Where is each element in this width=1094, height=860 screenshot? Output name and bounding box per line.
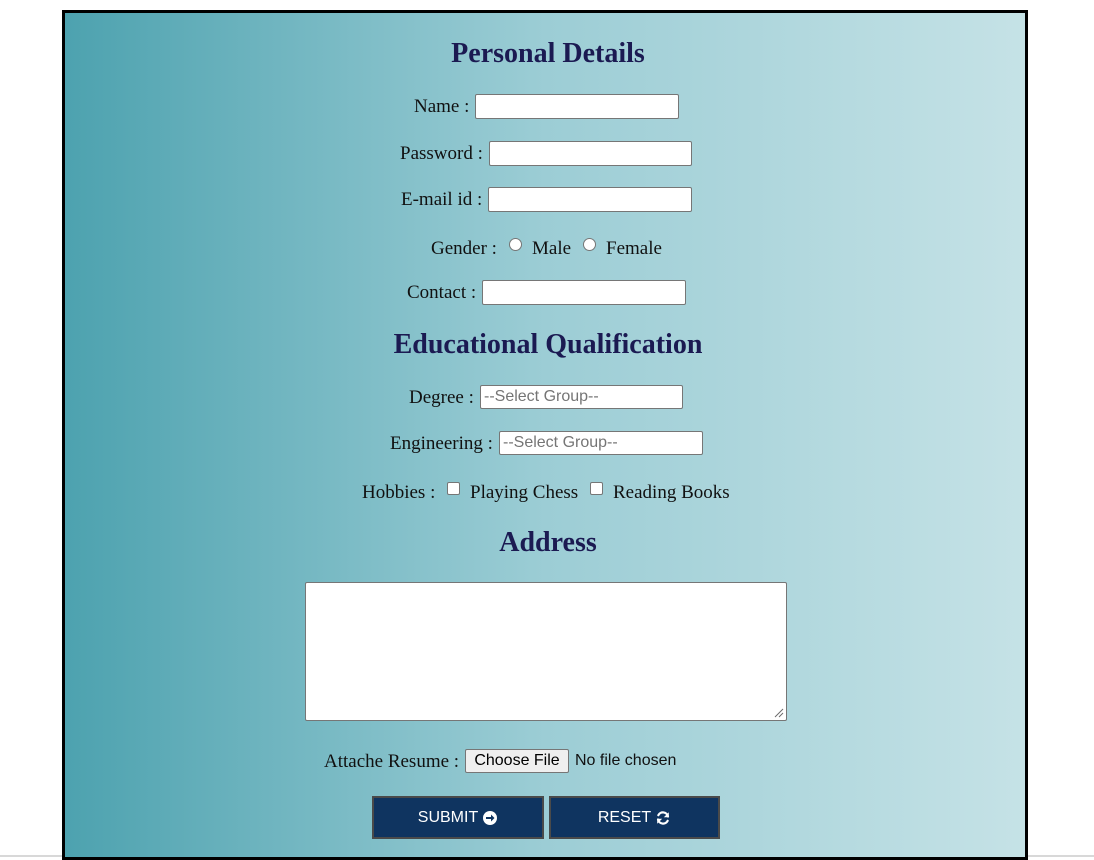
contact-input[interactable] bbox=[482, 280, 686, 305]
hobby-chess-checkbox[interactable] bbox=[447, 482, 460, 495]
resume-label: Attache Resume : bbox=[324, 751, 460, 772]
degree-select[interactable]: --Select Group-- bbox=[480, 385, 683, 409]
password-label: Password : bbox=[400, 143, 483, 164]
address-textarea[interactable] bbox=[305, 582, 787, 721]
choose-file-button[interactable]: Choose File bbox=[465, 749, 569, 773]
educational-qualification-heading: Educational Qualification bbox=[393, 329, 703, 360]
hobbies-label: Hobbies : bbox=[362, 482, 436, 503]
reset-button-label: RESET bbox=[597, 808, 652, 826]
resize-grip-icon[interactable] bbox=[774, 708, 784, 718]
gender-male-radio[interactable] bbox=[509, 238, 522, 251]
gender-female-label: Female bbox=[606, 238, 662, 259]
address-heading: Address bbox=[499, 527, 597, 558]
arrow-circle-right-icon bbox=[483, 810, 498, 825]
email-label: E-mail id : bbox=[401, 189, 483, 210]
email-input[interactable] bbox=[488, 187, 692, 212]
gender-male-label: Male bbox=[532, 238, 572, 259]
engineering-select[interactable]: --Select Group-- bbox=[499, 431, 703, 455]
degree-label: Degree : bbox=[409, 387, 474, 408]
hobby-books-checkbox[interactable] bbox=[590, 482, 603, 495]
submit-button-label: SUBMIT bbox=[417, 808, 479, 826]
hobby-books-label: Reading Books bbox=[613, 482, 730, 503]
reset-button[interactable]: RESET bbox=[549, 796, 720, 839]
name-label: Name : bbox=[414, 96, 470, 117]
engineering-label: Engineering : bbox=[390, 433, 493, 454]
registration-form: Personal Details Name : Password : E-mai… bbox=[62, 10, 1028, 860]
refresh-icon bbox=[657, 810, 670, 825]
personal-details-heading: Personal Details bbox=[451, 38, 645, 69]
gender-label: Gender : bbox=[431, 238, 497, 259]
password-input[interactable] bbox=[489, 141, 692, 166]
hobby-chess-label: Playing Chess bbox=[470, 482, 579, 503]
contact-label: Contact : bbox=[407, 282, 477, 303]
name-input[interactable] bbox=[475, 94, 679, 119]
file-status-text: No file chosen bbox=[575, 752, 677, 769]
submit-button[interactable]: SUBMIT bbox=[372, 796, 544, 839]
gender-female-radio[interactable] bbox=[583, 238, 596, 251]
